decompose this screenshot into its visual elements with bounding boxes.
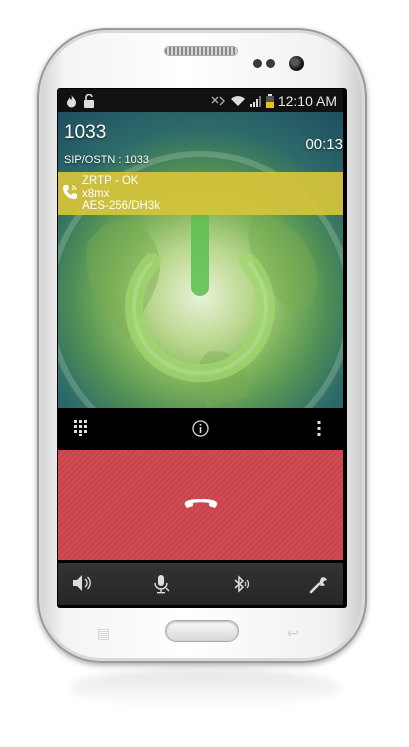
end-call-button[interactable]: [58, 450, 343, 560]
more-vert-icon[interactable]: [316, 420, 322, 441]
proximity-sensor: [253, 59, 262, 68]
call-info-panel: 1033 SIP/OSTN : 1033 00:13: [58, 112, 343, 408]
hang-up-icon: [182, 494, 220, 515]
caller-sip-address: SIP/OSTN : 1033: [64, 154, 149, 166]
microphone-icon[interactable]: [152, 574, 170, 599]
home-button[interactable]: [166, 621, 238, 641]
zrtp-status: ZRTP - OK: [82, 175, 139, 187]
zrtp-sas: x8mx: [82, 187, 110, 200]
signal-icon: [249, 95, 262, 107]
call-timer: 00:13: [305, 136, 343, 153]
battery-icon: [265, 93, 274, 108]
zrtp-security-banner[interactable]: ZRTP - OK x8mx AES-256/DH3k: [58, 172, 343, 215]
bluetooth-icon[interactable]: [231, 574, 251, 599]
phone-reflection: [70, 668, 340, 708]
unlock-icon: [83, 93, 95, 108]
status-time: 12:10 AM: [277, 92, 337, 109]
call-control-bar: [58, 408, 343, 448]
light-sensor: [266, 59, 275, 68]
front-camera: [289, 56, 304, 71]
speaker-icon[interactable]: [72, 574, 92, 597]
fire-icon: [66, 94, 77, 108]
zrtp-cipher: AES-256/DH3k: [82, 200, 160, 212]
earpiece-speaker: [165, 47, 237, 55]
wrench-icon[interactable]: [309, 574, 329, 599]
info-icon[interactable]: [192, 420, 209, 442]
back-softkey-icon[interactable]: ↩: [287, 625, 299, 642]
menu-softkey-icon[interactable]: ▤: [97, 625, 110, 642]
keypad-icon[interactable]: [74, 420, 90, 441]
audio-options-bar: [58, 563, 343, 605]
bluetooth-mute-icon: [210, 95, 226, 107]
caller-number: 1033: [64, 122, 107, 143]
status-bar: 12:10 AM: [58, 89, 343, 112]
phone-call-icon: [62, 184, 78, 205]
wifi-icon: [230, 95, 246, 107]
